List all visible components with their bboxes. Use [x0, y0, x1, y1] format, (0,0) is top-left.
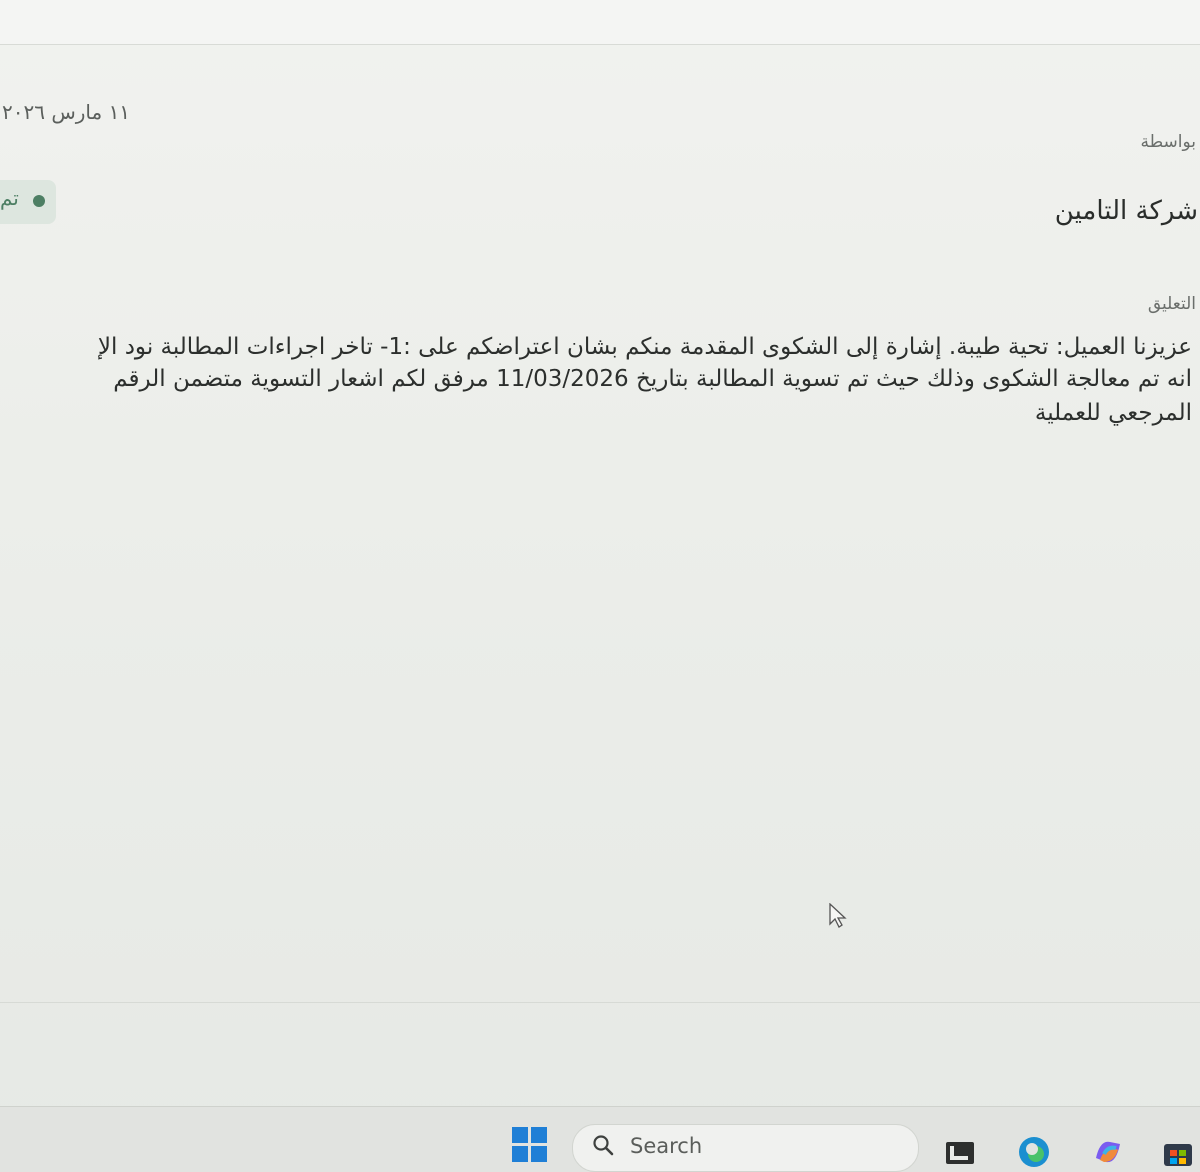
store-icon[interactable] [1160, 1134, 1196, 1170]
divider [0, 1002, 1200, 1003]
message-date: ١١ مارس ٢٠٢٦ [2, 100, 131, 124]
comment-line-2: انه تم معالجة الشكوى وذلك حيث تم تسوية ا… [113, 366, 1192, 392]
comment-label: التعليق [1147, 294, 1196, 314]
search-placeholder[interactable]: Search [630, 1134, 702, 1158]
file-explorer-icon[interactable] [942, 1134, 978, 1170]
windows-start-icon[interactable] [512, 1127, 548, 1163]
top-bar [0, 0, 1200, 45]
status-dot-icon [33, 195, 45, 207]
copilot-icon[interactable] [1090, 1134, 1126, 1170]
comment-line-1: عزيزنا العميل: تحية طيبة. إشارة إلى الشك… [97, 334, 1192, 360]
taskbar-search-box[interactable] [572, 1124, 919, 1172]
via-label: بواسطة [1140, 132, 1196, 152]
edge-browser-icon[interactable] [1016, 1134, 1052, 1170]
company-name: شركة التامين [1054, 196, 1198, 226]
mouse-cursor-icon [829, 903, 847, 928]
screen: ١١ مارس ٢٠٢٦ بواسطة تم شركة التامين التع… [0, 0, 1200, 1172]
search-icon [593, 1135, 614, 1156]
comment-line-3: المرجعي للعملية [1034, 400, 1192, 426]
status-text: تم [0, 186, 19, 210]
